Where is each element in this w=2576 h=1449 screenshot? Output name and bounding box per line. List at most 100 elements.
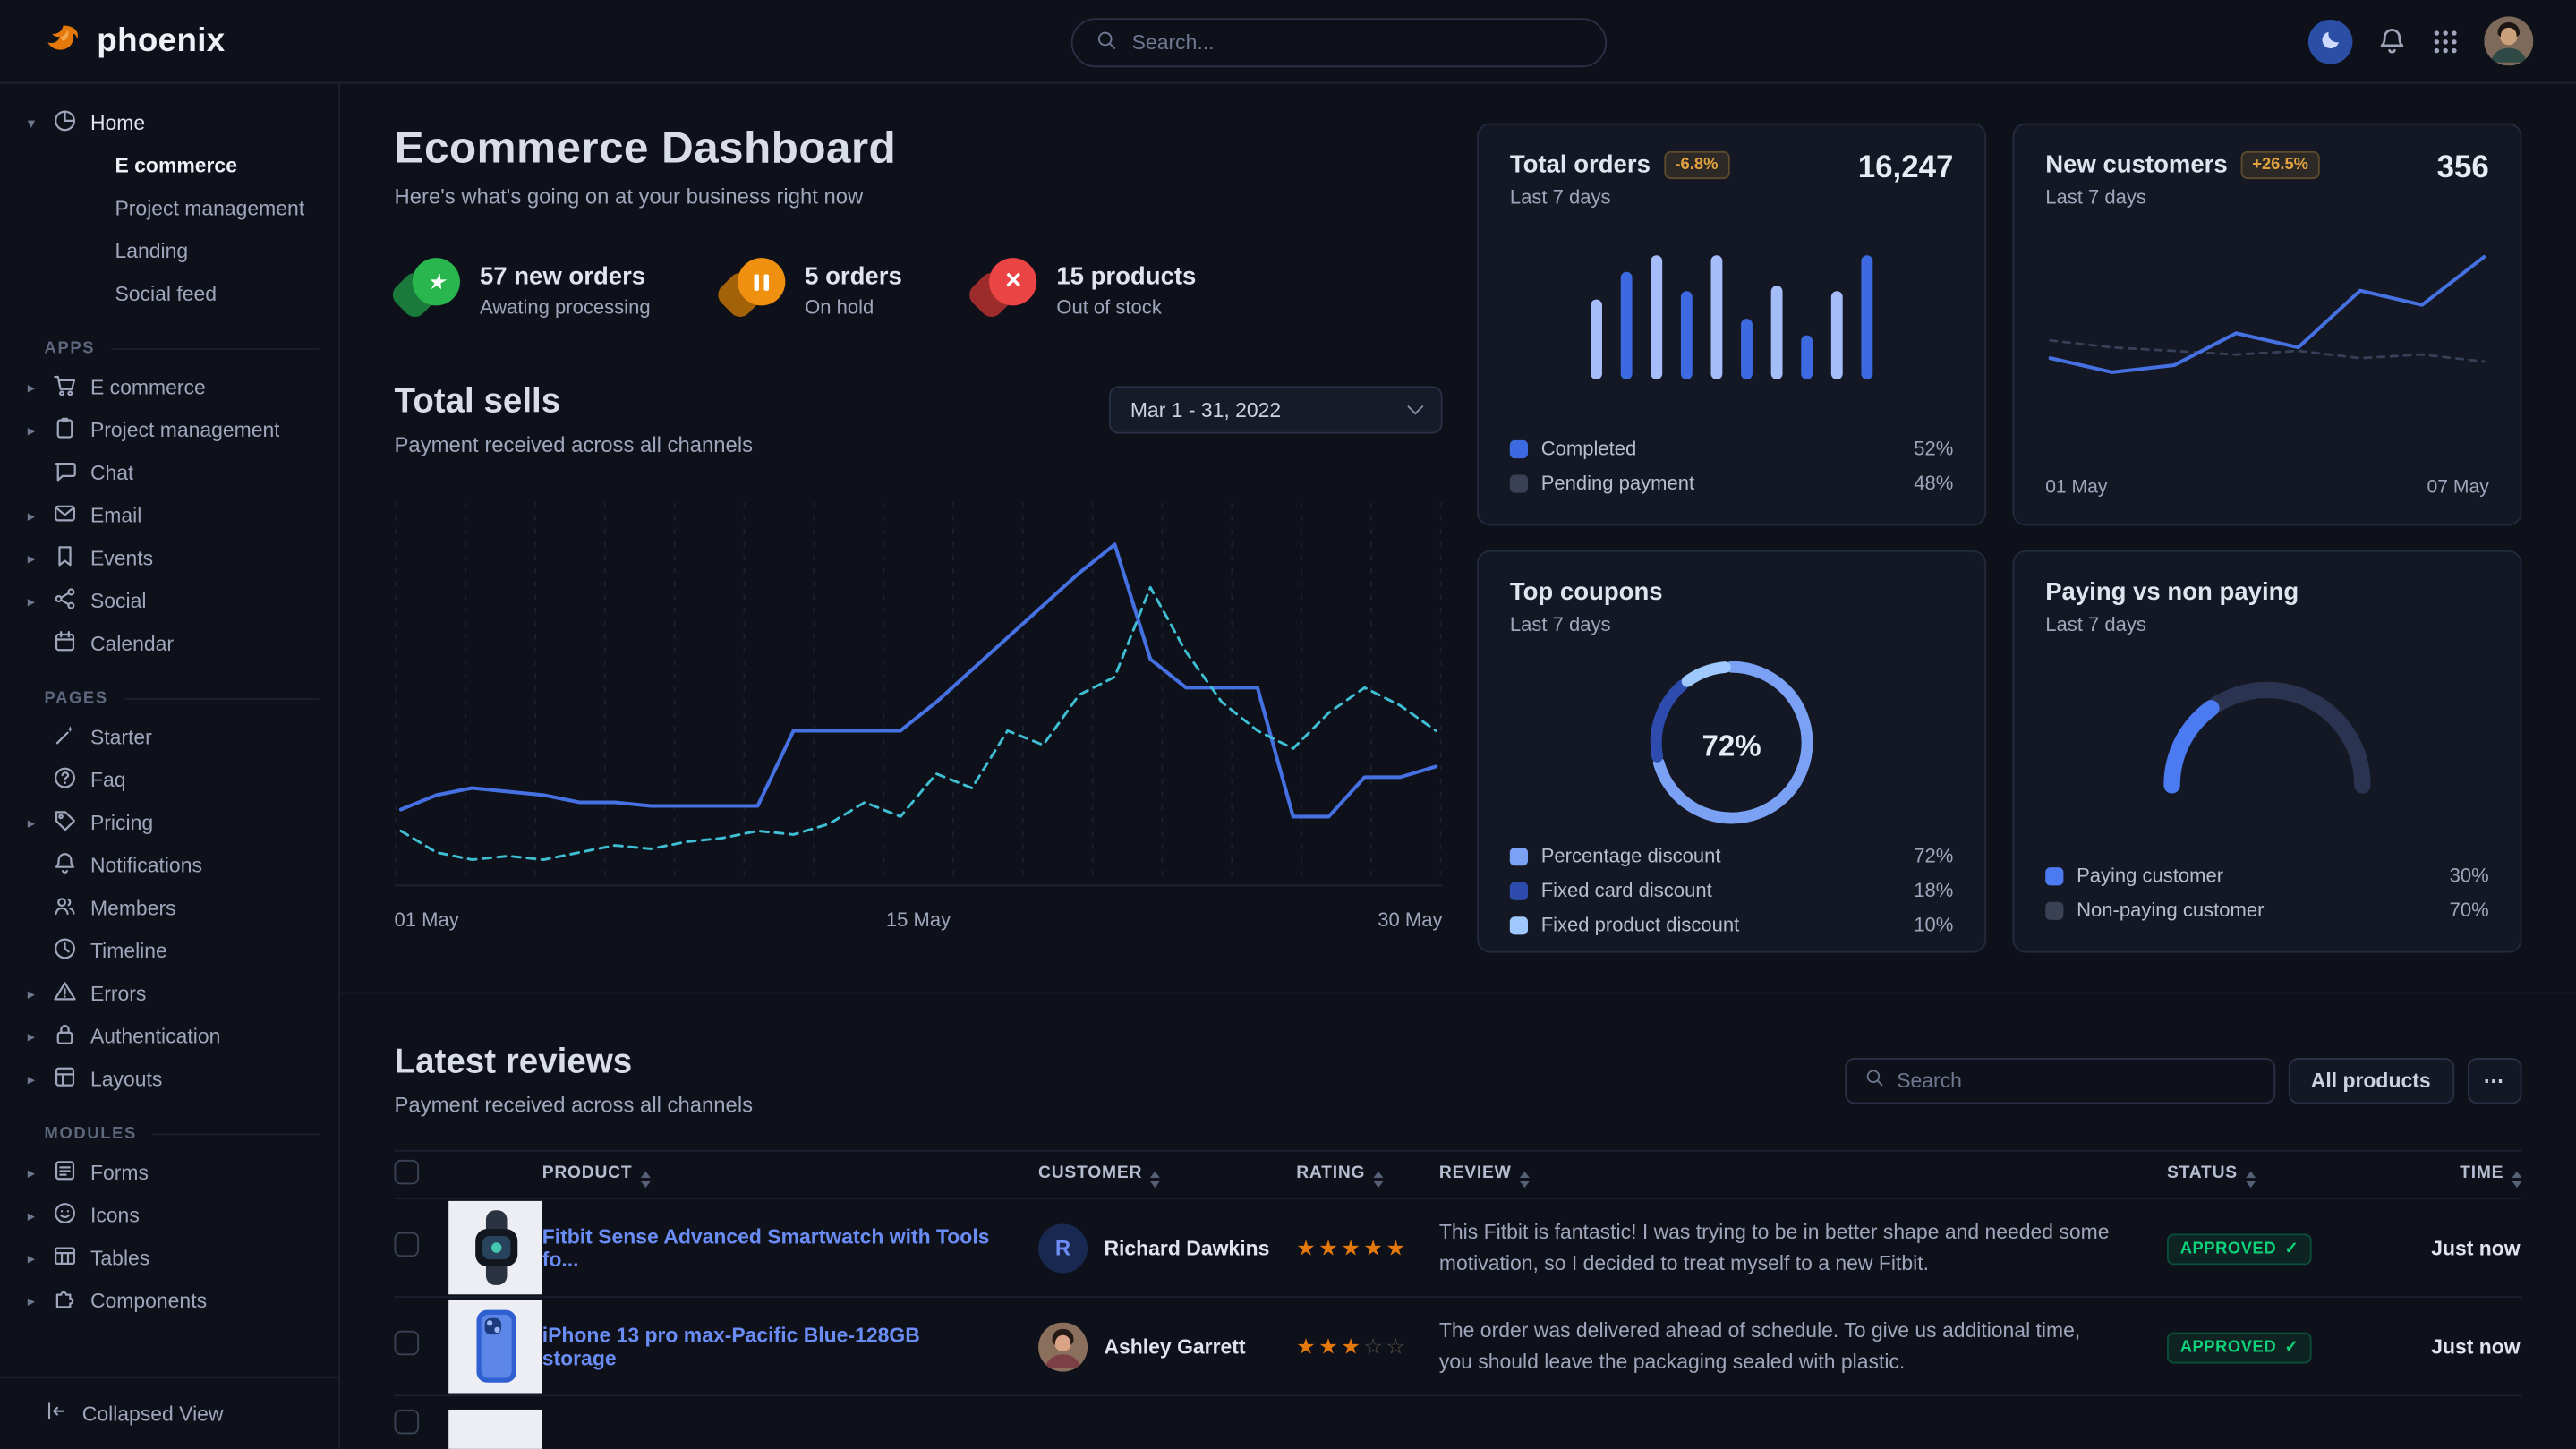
card-title: Top coupons — [1510, 578, 1663, 606]
customer-avatar — [1038, 1322, 1088, 1371]
review-time: Just now — [2385, 1236, 2521, 1259]
legend-value: 30% — [2450, 864, 2489, 887]
row-checkbox[interactable] — [395, 1410, 420, 1435]
user-avatar[interactable] — [2484, 16, 2533, 65]
wand-icon — [53, 723, 78, 753]
review-time: Just now — [2385, 1334, 2521, 1358]
collapse-view-button[interactable]: Collapsed View — [0, 1377, 338, 1449]
global-search-input[interactable]: Search... — [1071, 18, 1607, 67]
star-ribbon-icon: ★ — [395, 258, 460, 323]
sidebar-item-e-commerce[interactable]: E commerce — [0, 145, 338, 188]
search-icon — [1864, 1068, 1884, 1093]
table-row — [395, 1396, 2522, 1442]
x-axis-label: 01 May — [2045, 478, 2107, 498]
customer-cell[interactable]: Ashley Garrett — [1038, 1322, 1296, 1371]
product-thumbnail[interactable] — [448, 1201, 542, 1295]
all-products-button[interactable]: All products — [2288, 1057, 2453, 1103]
card-title: New customers — [2045, 151, 2228, 179]
date-range-select[interactable]: Mar 1 - 31, 2022 — [1109, 386, 1443, 433]
sort-icon[interactable] — [2246, 1171, 2256, 1187]
legend-item-fixed-product-discount: Fixed product discount 10% — [1510, 910, 1954, 940]
apps-grid-icon[interactable] — [2432, 27, 2460, 55]
row-checkbox[interactable] — [395, 1232, 420, 1257]
sidebar-item-faq[interactable]: Faq — [0, 759, 338, 802]
phoenix-logo-icon — [43, 21, 82, 61]
caret-right-icon: ▸ — [23, 1070, 39, 1088]
sidebar-item-landing[interactable]: Landing — [0, 230, 338, 273]
sidebar-item-forms[interactable]: ▸ Forms — [0, 1152, 338, 1195]
sidebar-item-icons[interactable]: ▸ Icons — [0, 1194, 338, 1237]
legend-value: 48% — [1914, 472, 1953, 495]
calendar-icon — [53, 629, 78, 659]
product-thumbnail[interactable] — [448, 1410, 542, 1449]
card-period: Last 7 days — [1510, 613, 1954, 636]
caret-right-icon: ▸ — [23, 592, 39, 610]
table-row: Fitbit Sense Advanced Smartwatch with To… — [395, 1199, 2522, 1298]
sidebar-item-email[interactable]: ▸ Email — [0, 494, 338, 537]
sidebar-item-pricing[interactable]: ▸ Pricing — [0, 802, 338, 845]
sort-icon[interactable] — [1520, 1171, 1530, 1187]
sidebar-item-tables[interactable]: ▸ Tables — [0, 1237, 338, 1280]
sort-icon[interactable] — [641, 1171, 651, 1187]
legend-value: 52% — [1914, 437, 1953, 460]
brand-logo[interactable]: phoenix — [43, 21, 226, 61]
more-options-button[interactable]: ⋯ — [2467, 1057, 2521, 1103]
caret-right-icon: ▸ — [23, 550, 39, 567]
sidebar-item-members[interactable]: Members — [0, 887, 338, 930]
column-header-rating[interactable]: RATING — [1296, 1163, 1439, 1188]
card-period: Last 7 days — [2045, 185, 2320, 209]
stat-value: 5 orders — [805, 263, 902, 291]
sidebar-item-calendar[interactable]: Calendar — [0, 623, 338, 666]
status-badge: APPROVED ✓ — [2167, 1233, 2312, 1265]
customer-cell[interactable]: RRichard Dawkins — [1038, 1223, 1296, 1273]
paying-vs-nonpaying-card: Paying vs non paying Last 7 days Paying … — [2012, 550, 2521, 953]
collapse-view-label: Collapsed View — [82, 1402, 224, 1426]
sidebar-item-components[interactable]: ▸ Components — [0, 1280, 338, 1323]
caret-right-icon: ▸ — [23, 507, 39, 524]
trend-badge: +26.5% — [2240, 151, 2319, 179]
sidebar-item-project-management[interactable]: Project management — [0, 187, 338, 230]
stats-row: ★ 57 new orders Awating processing 5 ord… — [395, 258, 1443, 323]
product-link[interactable]: iPhone 13 pro max-Pacific Blue-128GB sto… — [542, 1323, 1038, 1368]
status-badge: APPROVED ✓ — [2167, 1332, 2312, 1363]
select-all-checkbox[interactable] — [395, 1160, 420, 1185]
row-checkbox[interactable] — [395, 1330, 420, 1355]
sidebar-item-timeline[interactable]: Timeline — [0, 930, 338, 973]
check-icon: ✓ — [2284, 1240, 2299, 1257]
caret-right-icon: ▸ — [23, 1249, 39, 1267]
theme-toggle-button[interactable] — [2308, 19, 2353, 64]
sidebar-item-authentication[interactable]: ▸ Authentication — [0, 1015, 338, 1058]
sidebar-item-layouts[interactable]: ▸ Layouts — [0, 1058, 338, 1101]
form-icon — [53, 1158, 78, 1188]
sidebar-item-notifications[interactable]: Notifications — [0, 844, 338, 887]
sidebar-item-chat[interactable]: Chat — [0, 452, 338, 495]
product-link[interactable]: Fitbit Sense Advanced Smartwatch with To… — [542, 1224, 1038, 1270]
sidebar-item-events[interactable]: ▸ Events — [0, 537, 338, 580]
column-header-product[interactable]: PRODUCT — [542, 1163, 1038, 1188]
sort-icon[interactable] — [1150, 1171, 1160, 1187]
sidebar: ▾ HomeE commerceProject managementLandin… — [0, 84, 340, 1449]
sidebar-item-errors[interactable]: ▸ Errors — [0, 973, 338, 1016]
column-header-time[interactable]: TIME — [2385, 1163, 2521, 1188]
column-header-review[interactable]: REVIEW — [1439, 1163, 2167, 1188]
sort-icon[interactable] — [1373, 1171, 1383, 1187]
legend-label: Completed — [1541, 437, 1637, 460]
legend-value: 10% — [1914, 914, 1953, 937]
sidebar-item-home[interactable]: ▾ Home — [0, 102, 338, 145]
chat-icon — [53, 458, 78, 488]
column-header-customer[interactable]: CUSTOMER — [1038, 1163, 1296, 1188]
sidebar-item-social[interactable]: ▸ Social — [0, 580, 338, 623]
column-header-status[interactable]: STATUS — [2167, 1163, 2385, 1188]
legend-label: Fixed product discount — [1541, 914, 1740, 937]
reviews-search-input[interactable]: Search — [1844, 1057, 2274, 1103]
sidebar-item-starter[interactable]: Starter — [0, 716, 338, 759]
sort-icon[interactable] — [2512, 1171, 2521, 1187]
legend-label: Fixed card discount — [1541, 879, 1712, 902]
trend-badge: -6.8% — [1664, 151, 1730, 179]
question-icon — [53, 765, 78, 795]
notifications-bell-icon[interactable] — [2377, 26, 2407, 55]
sidebar-item-project-management[interactable]: ▸ Project management — [0, 409, 338, 452]
sidebar-item-social-feed[interactable]: Social feed — [0, 273, 338, 316]
product-thumbnail[interactable] — [448, 1300, 542, 1394]
sidebar-item-e-commerce[interactable]: ▸ E commerce — [0, 366, 338, 409]
